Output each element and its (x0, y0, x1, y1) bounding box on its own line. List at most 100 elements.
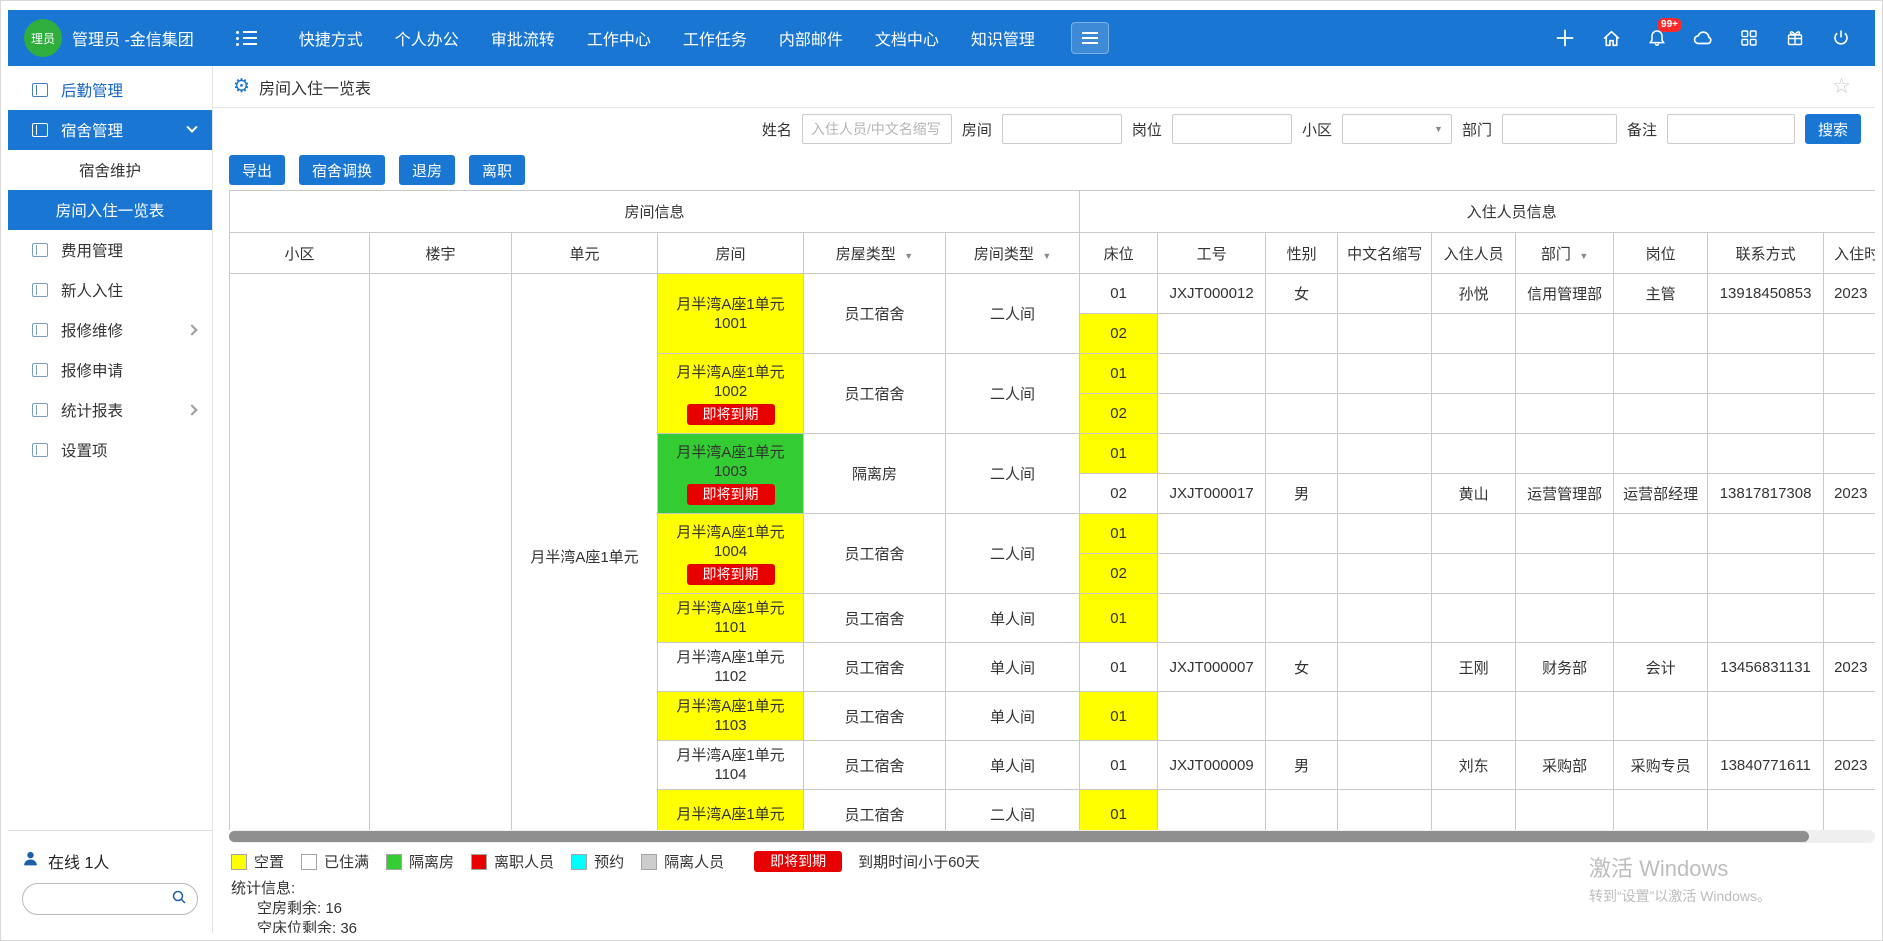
bed-cell: 01 (1080, 741, 1158, 790)
sidebar-item-label: 报修维修 (61, 319, 123, 341)
emp-id-cell (1158, 434, 1266, 474)
nav-item[interactable]: 工作任务 (683, 26, 747, 50)
sidebar-item[interactable]: 设置项 (8, 430, 212, 470)
scrollbar-thumb[interactable] (229, 831, 1809, 842)
sidebar-item[interactable]: 新人入住 (8, 270, 212, 310)
legend-swatch (571, 854, 587, 870)
dept-cell (1516, 314, 1614, 354)
phone-cell (1708, 554, 1824, 594)
position-cell: 主管 (1614, 274, 1708, 314)
hamburger-menu-button[interactable] (1071, 22, 1109, 54)
filter-input[interactable] (1502, 114, 1617, 144)
power-icon[interactable] (1829, 26, 1853, 50)
sidebar-item[interactable]: 后勤管理 (8, 70, 212, 110)
phone-cell (1708, 394, 1824, 434)
sidebar-search-box (22, 883, 198, 915)
name-cell (1432, 434, 1516, 474)
module-icon (32, 123, 48, 137)
action-button[interactable]: 离职 (469, 155, 525, 185)
column-header[interactable]: 部门 ▼ (1516, 233, 1614, 274)
filter-input[interactable] (802, 114, 952, 144)
rooms-table: 房间信息入住人员信息小区楼宇单元房间房屋类型 ▼房间类型 ▼床位工号性别中文名缩… (229, 190, 1875, 830)
online-status: 在线 1人 (22, 849, 198, 873)
table-row: 月半湾A座1单元月半湾A座1单元1001员工宿舍二人间01JXJT000012女… (230, 274, 1876, 314)
dept-cell (1516, 514, 1614, 554)
search-icon[interactable] (171, 889, 187, 910)
filter-input[interactable] (1172, 114, 1292, 144)
sidebar-item[interactable]: 报修维修 (8, 310, 212, 350)
community-select[interactable]: ▼ (1342, 114, 1452, 144)
legend-label: 离职人员 (494, 851, 554, 872)
nav-item[interactable]: 快捷方式 (299, 26, 363, 50)
filter-input[interactable] (1002, 114, 1122, 144)
house-type-cell: 员工宿舍 (804, 643, 946, 692)
column-header[interactable]: 房屋类型 ▼ (804, 233, 946, 274)
emp-id-cell: JXJT000007 (1158, 643, 1266, 692)
action-button[interactable]: 导出 (229, 155, 285, 185)
nav-item[interactable]: 文档中心 (875, 26, 939, 50)
module-icon (32, 323, 48, 337)
position-cell (1614, 514, 1708, 554)
watermark-line1: 激活 Windows (1589, 851, 1771, 883)
chevron-right-icon (186, 324, 197, 335)
nav-item[interactable]: 工作中心 (587, 26, 651, 50)
action-button[interactable]: 退房 (399, 155, 455, 185)
position-cell (1614, 354, 1708, 394)
column-header: 床位 (1080, 233, 1158, 274)
dept-cell: 运营管理部 (1516, 474, 1614, 514)
main-content: ⚙ 房间入住一览表 ☆ 姓名房间岗位小区▼部门备注 搜索 导出宿舍调换退房离职 … (213, 66, 1875, 933)
sidebar-item[interactable]: 报修申请 (8, 350, 212, 390)
grid-icon[interactable] (1737, 26, 1761, 50)
favorite-star-icon[interactable]: ☆ (1832, 74, 1851, 99)
legend-swatch (471, 854, 487, 870)
legend-swatch (386, 854, 402, 870)
column-header: 中文名缩写 (1338, 233, 1432, 274)
sidebar-item[interactable]: 统计报表 (8, 390, 212, 430)
emp-id-cell (1158, 692, 1266, 741)
plus-icon[interactable] (1553, 26, 1577, 50)
sidebar-search-input[interactable] (33, 891, 171, 907)
sidebar-item[interactable]: 宿舍维护 (8, 150, 212, 190)
nav-item[interactable]: 个人办公 (395, 26, 459, 50)
menu-toggle-icon[interactable] (236, 28, 257, 49)
legend-swatch (301, 854, 317, 870)
column-header[interactable]: 房间类型 ▼ (946, 233, 1080, 274)
page-title: 房间入住一览表 (259, 75, 371, 99)
room-cell: 月半湾A座1单元1101 (658, 594, 804, 643)
home-icon[interactable] (1599, 26, 1623, 50)
gear-icon: ⚙ (233, 75, 250, 98)
bell-icon[interactable]: 99+ (1645, 26, 1669, 50)
breadcrumb: ⚙ 房间入住一览表 ☆ (213, 66, 1875, 108)
nav-item[interactable]: 审批流转 (491, 26, 555, 50)
nav-item[interactable]: 知识管理 (971, 26, 1035, 50)
sidebar-item[interactable]: 费用管理 (8, 230, 212, 270)
action-button[interactable]: 宿舍调换 (299, 155, 385, 185)
online-status-text: 在线 1人 (48, 849, 109, 873)
sidebar-item-label: 报修申请 (61, 359, 123, 381)
cloud-icon[interactable] (1691, 26, 1715, 50)
filter-input[interactable] (1667, 114, 1795, 144)
search-button[interactable]: 搜索 (1805, 114, 1861, 144)
abbr-cell (1338, 692, 1432, 741)
gender-cell (1266, 354, 1338, 394)
abbr-cell (1338, 790, 1432, 831)
gift-icon[interactable] (1783, 26, 1807, 50)
sidebar-item-label: 统计报表 (61, 399, 123, 421)
emp-id-cell: JXJT000017 (1158, 474, 1266, 514)
nav-item[interactable]: 内部邮件 (779, 26, 843, 50)
action-bar: 导出宿舍调换退房离职 (213, 150, 1875, 190)
legend-label: 隔离房 (409, 851, 454, 872)
house-type-cell: 员工宿舍 (804, 274, 946, 354)
person-icon (22, 850, 39, 872)
position-cell (1614, 554, 1708, 594)
expiring-note: 到期时间小于60天 (858, 851, 980, 872)
sidebar-item[interactable]: 宿舍管理 (8, 110, 212, 150)
room-cell: 月半湾A座1单元1001 (658, 274, 804, 354)
bed-cell: 02 (1080, 314, 1158, 354)
sidebar-item[interactable]: 房间入住一览表 (8, 190, 212, 230)
emp-id-cell (1158, 394, 1266, 434)
sidebar-menu: 后勤管理宿舍管理宿舍维护房间入住一览表费用管理新人入住报修维修报修申请统计报表设… (8, 66, 212, 830)
room-cell: 月半湾A座1单元 (658, 790, 804, 831)
bed-cell: 01 (1080, 692, 1158, 741)
name-cell (1432, 692, 1516, 741)
